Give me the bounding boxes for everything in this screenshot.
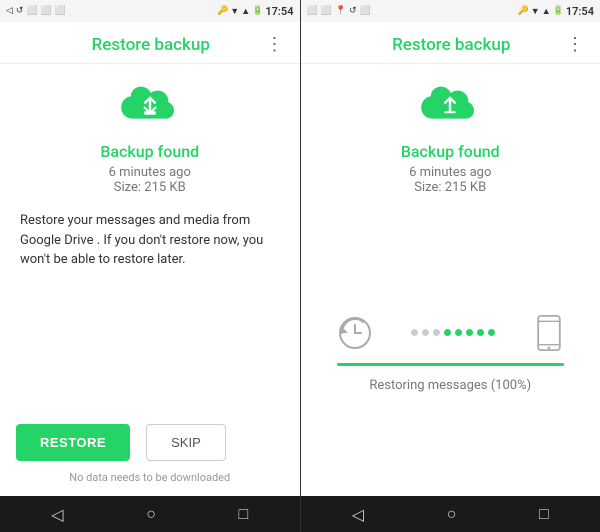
left-back-button[interactable]: ◁ <box>51 505 63 524</box>
restoring-text: Restoring messages (100%) <box>369 378 531 393</box>
battery-icon: 🔋 <box>252 6 263 16</box>
progress-bar-fill <box>337 363 565 366</box>
right-status-bar: ⬜ ⬜ 📍 ↺ ⬜ 🔑 ▼ ▲ 🔋 17:54 <box>301 0 600 22</box>
wifi2-icon: ▲ <box>542 6 551 17</box>
key2-icon: 🔑 <box>518 6 529 16</box>
wifi-icon: ▲ <box>241 6 250 17</box>
restore-button[interactable]: RESTORE <box>16 424 130 461</box>
location-icon: 📍 <box>335 6 346 16</box>
dot-5 <box>455 329 462 336</box>
signal-icon: ◁ <box>6 6 13 16</box>
dot-1 <box>411 329 418 336</box>
left-status-icons: ◁ ↺ ⬜ ⬜ ⬜ <box>6 6 66 16</box>
dot-2 <box>422 329 429 336</box>
right-app-bar: Restore backup ⋮ <box>301 22 600 64</box>
left-status-right: 🔑 ▼ ▲ 🔋 17:54 <box>217 5 293 18</box>
history-icon <box>337 315 373 351</box>
left-restore-message: Restore your messages and media from Goo… <box>16 211 284 270</box>
left-menu-button[interactable]: ⋮ <box>266 34 284 55</box>
signal-bars: ▼ <box>230 6 239 17</box>
battery2-icon: 🔋 <box>553 6 564 16</box>
skip-button[interactable]: SKIP <box>146 424 226 461</box>
signal2-bars: ▼ <box>531 6 540 17</box>
left-nav: ◁ ○ □ <box>0 496 301 532</box>
left-app-bar: Restore backup ⋮ <box>0 22 300 64</box>
refresh-icon: ↺ <box>16 6 24 16</box>
right-back-button[interactable]: ◁ <box>352 505 364 524</box>
no-download-text: No data needs to be downloaded <box>0 465 300 496</box>
time-display: 17:54 <box>265 5 293 18</box>
progress-bar-container <box>337 363 565 366</box>
left-app-title: Restore backup <box>36 35 266 55</box>
bottom-navigation: ◁ ○ □ ◁ ○ □ <box>0 496 600 532</box>
progress-dots <box>381 329 527 336</box>
left-backup-time: 6 minutes ago <box>109 165 191 180</box>
right-status-right: 🔑 ▼ ▲ 🔋 17:54 <box>518 5 594 18</box>
right-backup-size: Size: 215 KB <box>414 180 486 195</box>
right-backup-found-label: Backup found <box>401 142 500 161</box>
square2-icon: ⬜ <box>55 6 66 16</box>
left-home-button[interactable]: ○ <box>146 504 156 524</box>
right-menu-button[interactable]: ⋮ <box>566 34 584 55</box>
left-backup-size: Size: 215 KB <box>114 180 186 195</box>
left-content: Backup found 6 minutes ago Size: 215 KB … <box>0 64 300 408</box>
dot-4 <box>444 329 451 336</box>
dot-3 <box>433 329 440 336</box>
left-button-area: RESTORE SKIP <box>0 408 300 465</box>
left-backup-found-label: Backup found <box>100 142 199 161</box>
square3-icon: ⬜ <box>307 6 318 16</box>
right-backup-time: 6 minutes ago <box>409 165 491 180</box>
phone-device-icon <box>534 315 564 351</box>
refresh2-icon: ↺ <box>349 6 357 16</box>
square4-icon: ⬜ <box>321 6 332 16</box>
dot-7 <box>477 329 484 336</box>
right-recent-button[interactable]: □ <box>539 504 549 524</box>
right-progress-area: Restoring messages (100%) <box>317 211 585 496</box>
right-nav: ◁ ○ □ <box>301 496 600 532</box>
camera-icon: ⬜ <box>26 6 37 16</box>
right-content: Backup found 6 minutes ago Size: 215 KB <box>301 64 600 496</box>
right-app-title: Restore backup <box>337 35 567 55</box>
dot-8 <box>488 329 495 336</box>
square-icon: ⬜ <box>41 6 52 16</box>
left-recent-button[interactable]: □ <box>239 504 249 524</box>
right-phone: ⬜ ⬜ 📍 ↺ ⬜ 🔑 ▼ ▲ 🔋 17:54 Restore backup ⋮ <box>301 0 600 496</box>
right-cloud-icon <box>418 84 482 134</box>
right-status-icons: ⬜ ⬜ 📍 ↺ ⬜ <box>307 6 371 16</box>
left-cloud-icon <box>118 84 182 134</box>
time2-display: 17:54 <box>566 5 594 18</box>
square5-icon: ⬜ <box>360 6 371 16</box>
transfer-animation-row <box>337 315 565 351</box>
left-status-bar: ◁ ↺ ⬜ ⬜ ⬜ 🔑 ▼ ▲ 🔋 17:54 <box>0 0 300 22</box>
right-home-button[interactable]: ○ <box>447 504 457 524</box>
dot-6 <box>466 329 473 336</box>
key-icon: 🔑 <box>217 6 228 16</box>
left-phone: ◁ ↺ ⬜ ⬜ ⬜ 🔑 ▼ ▲ 🔋 17:54 Restore backup ⋮ <box>0 0 301 496</box>
